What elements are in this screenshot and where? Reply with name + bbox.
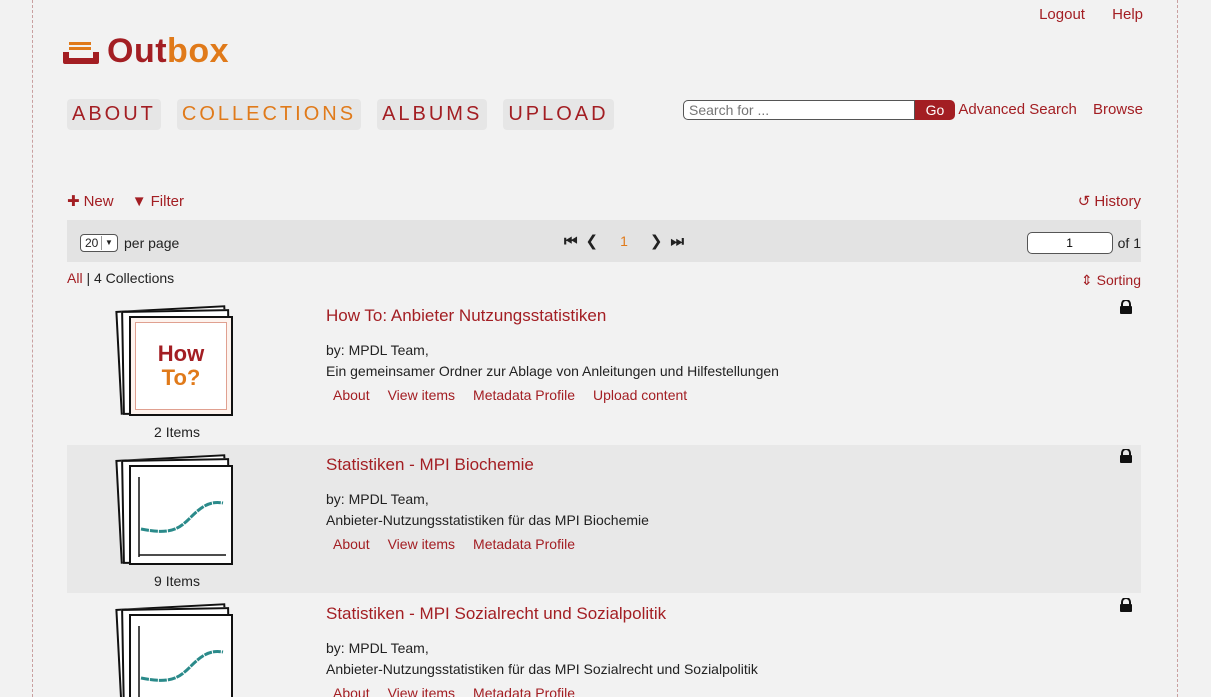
history-icon: ↺ <box>1077 193 1091 210</box>
lock-icon <box>1120 598 1132 612</box>
collections-count: All | 4 Collections <box>67 270 174 286</box>
metadata-profile-link[interactable]: Metadata Profile <box>473 685 575 697</box>
collection-thumbnail[interactable] <box>115 454 233 567</box>
page-navigation: ⏮ ❮ 1 ❯ ⏭ <box>564 232 684 251</box>
about-link[interactable]: About <box>333 387 370 403</box>
items-count: 9 Items <box>154 573 200 589</box>
lock-icon <box>1120 449 1132 463</box>
lock-icon <box>1120 300 1132 314</box>
view-items-link[interactable]: View items <box>388 685 455 697</box>
collection-row: Statistiken - MPI Sozialrecht und Sozial… <box>67 594 1141 697</box>
collection-title[interactable]: How To: Anbieter Nutzungsstatistiken <box>326 306 606 325</box>
view-items-link[interactable]: View items <box>388 536 455 552</box>
collection-author: by: MPDL Team, <box>326 640 429 656</box>
view-items-link[interactable]: View items <box>388 387 455 403</box>
last-page-icon[interactable]: ⏭ <box>670 233 684 250</box>
collection-title[interactable]: Statistiken - MPI Sozialrecht und Sozial… <box>326 604 666 623</box>
top-links: Logout Help <box>1016 6 1143 23</box>
collection-body: Statistiken - MPI Sozialrecht und Sozial… <box>326 604 758 697</box>
logo-part-out: Out <box>107 32 168 70</box>
logo-part-box: box <box>167 32 229 70</box>
howto-thumb-line1: How <box>157 341 205 366</box>
upload-content-link[interactable]: Upload content <box>593 387 687 403</box>
about-link[interactable]: About <box>333 536 370 552</box>
nav-collections[interactable]: COLLECTIONS <box>176 99 362 130</box>
history-button[interactable]: ↺ History <box>1078 192 1141 210</box>
filter-label: Filter <box>150 193 184 210</box>
count-separator: | <box>86 270 91 286</box>
search-bar: Go <box>683 100 955 120</box>
pagination-bar: 20 ▼ per page ⏮ ❮ 1 ❯ ⏭ of 1 <box>67 220 1141 262</box>
collection-actions: About View items Metadata Profile Upload co… <box>326 387 779 403</box>
collections-count-label: 4 Collections <box>93 270 175 286</box>
chart-thumb-icon <box>138 477 226 557</box>
chart-thumb-icon <box>138 626 224 697</box>
collection-actions: About View items Metadata Profile <box>326 536 649 552</box>
metadata-profile-link[interactable]: Metadata Profile <box>473 536 575 552</box>
help-link[interactable]: Help <box>1112 6 1143 23</box>
sorting-label: Sorting <box>1096 272 1141 288</box>
howto-thumb-line2: To? <box>161 365 201 390</box>
first-page-icon[interactable]: ⏮ <box>564 233 578 250</box>
search-links: Advanced Search Browse <box>946 101 1143 118</box>
main-nav: ABOUT COLLECTIONS ALBUMS UPLOAD <box>67 99 614 130</box>
collection-actions: About View items Metadata Profile <box>326 685 758 697</box>
items-count: 2 Items <box>154 424 200 440</box>
all-link[interactable]: All <box>67 270 83 286</box>
new-button[interactable]: ✚ New <box>67 193 114 210</box>
plus-icon: ✚ <box>67 193 80 210</box>
collection-description: Ein gemeinsamer Ordner zur Ablage von An… <box>326 363 779 379</box>
advanced-search-link[interactable]: Advanced Search <box>958 101 1076 118</box>
collection-thumbnail[interactable] <box>115 603 233 697</box>
filter-button[interactable]: ▼ Filter <box>132 193 184 210</box>
per-page-select[interactable]: 20 ▼ per page <box>80 234 179 252</box>
chevron-down-icon: ▼ <box>101 236 116 250</box>
tray-icon <box>63 42 99 64</box>
collection-toolbar: ✚ New ▼ Filter ↺ History <box>67 192 1141 210</box>
collection-description: Anbieter-Nutzungsstatistiken für das MPI… <box>326 512 649 528</box>
collection-body: How To: Anbieter Nutzungsstatistiken by:… <box>326 306 779 403</box>
per-page-label: per page <box>124 235 180 251</box>
per-page-value: 20 <box>85 236 99 250</box>
collection-thumbnail[interactable]: How To? <box>115 305 233 418</box>
new-label: New <box>83 193 114 210</box>
nav-albums[interactable]: ALBUMS <box>377 99 488 130</box>
page-total-label: of 1 <box>1117 235 1141 251</box>
prev-page-icon[interactable]: ❮ <box>586 232 599 250</box>
history-label: History <box>1094 193 1141 210</box>
sort-icon: ⇕ <box>1081 272 1093 288</box>
collection-body: Statistiken - MPI Biochemie by: MPDL Tea… <box>326 455 649 552</box>
collection-row: How To? 2 Items How To: Anbieter Nutzung… <box>67 296 1141 444</box>
collection-row: 9 Items Statistiken - MPI Biochemie by: … <box>67 445 1141 593</box>
page-jump-input[interactable] <box>1026 232 1113 254</box>
logo-text: Outbox <box>107 34 229 68</box>
collection-author: by: MPDL Team, <box>326 342 429 358</box>
search-input[interactable] <box>683 100 915 120</box>
nav-upload[interactable]: UPLOAD <box>503 99 614 130</box>
howto-thumb-text: How To? <box>131 342 231 390</box>
sorting-button[interactable]: ⇕ Sorting <box>1081 272 1141 289</box>
about-link[interactable]: About <box>333 685 370 697</box>
next-page-icon[interactable]: ❯ <box>650 232 663 250</box>
current-page-number[interactable]: 1 <box>620 233 628 249</box>
collection-title[interactable]: Statistiken - MPI Biochemie <box>326 455 534 474</box>
per-page-dropdown[interactable]: 20 ▼ <box>80 234 118 252</box>
browse-link[interactable]: Browse <box>1093 101 1143 118</box>
outbox-logo[interactable]: Outbox <box>61 34 229 68</box>
nav-about[interactable]: ABOUT <box>67 99 161 130</box>
page-jump: of 1 <box>1026 232 1141 254</box>
collection-author: by: MPDL Team, <box>326 491 429 507</box>
logout-link[interactable]: Logout <box>1039 6 1085 23</box>
filter-icon: ▼ <box>131 193 147 210</box>
metadata-profile-link[interactable]: Metadata Profile <box>473 387 575 403</box>
collection-description: Anbieter-Nutzungsstatistiken für das MPI… <box>326 661 758 677</box>
